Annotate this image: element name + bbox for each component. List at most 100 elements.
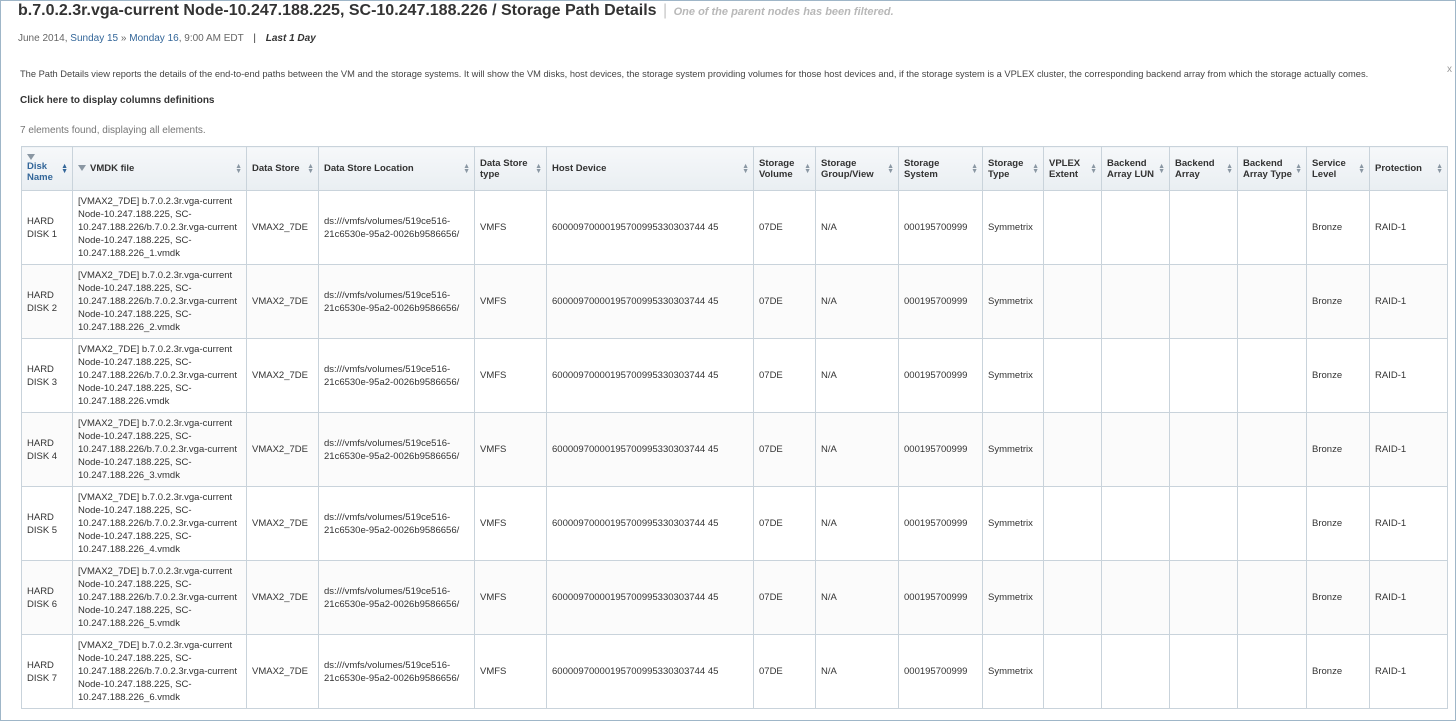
column-header-data-store-location[interactable]: Data Store Location ▲ ▼ <box>318 146 475 191</box>
cell-backend-array <box>1169 264 1238 339</box>
cell-data-store: VMAX2_7DE <box>246 190 319 265</box>
sort-arrows-icon[interactable]: ▲ ▼ <box>742 163 749 175</box>
cell-vmdk-file: [VMAX2_7DE] b.7.0.2.3r.vga-current Node-… <box>72 190 247 265</box>
column-header-backend-array-lun[interactable]: Backend Array LUN ▲ ▼ <box>1101 146 1170 191</box>
end-date-link[interactable]: Monday 16 <box>129 33 178 44</box>
column-header-vmdk-file[interactable]: VMDK file ▲ ▼ <box>72 146 247 191</box>
cell-backend-array-type <box>1237 634 1307 709</box>
cell-storage-volume: 07DE <box>753 264 816 339</box>
column-header-label: Data Store Location <box>324 163 414 174</box>
sort-arrows-icon[interactable]: ▲ ▼ <box>971 163 978 175</box>
filter-icon[interactable] <box>78 165 86 172</box>
column-header-label: Host Device <box>552 163 607 174</box>
sort-arrows-icon[interactable]: ▲ ▼ <box>1158 163 1165 175</box>
cell-storage-group-view: N/A <box>815 190 899 265</box>
cell-vplex-extent <box>1043 560 1102 635</box>
cell-host-device: 60000970000195700995330303744 45 <box>546 560 754 635</box>
sort-arrows-icon[interactable]: ▲ ▼ <box>61 163 68 175</box>
cell-storage-volume: 07DE <box>753 190 816 265</box>
table-row[interactable]: HARD DISK 6 [VMAX2_7DE] b.7.0.2.3r.vga-cu… <box>21 560 1448 635</box>
close-description-icon[interactable]: x <box>1447 64 1452 75</box>
column-header-backend-array-type[interactable]: Backend Array Type ▲ ▼ <box>1237 146 1307 191</box>
cell-backend-array <box>1169 486 1238 561</box>
sort-arrows-icon[interactable]: ▲ ▼ <box>887 163 894 175</box>
cell-data-store: VMAX2_7DE <box>246 264 319 339</box>
sort-arrows-icon[interactable]: ▲ ▼ <box>535 163 542 175</box>
cell-storage-type: Symmetrix <box>982 486 1044 561</box>
sort-arrows-icon[interactable]: ▲ ▼ <box>1436 163 1443 175</box>
table-row[interactable]: HARD DISK 7 [VMAX2_7DE] b.7.0.2.3r.vga-cu… <box>21 634 1448 709</box>
cell-backend-array <box>1169 412 1238 487</box>
cell-data-store-type: VMFS <box>474 190 547 265</box>
cell-protection: RAID-1 <box>1369 560 1448 635</box>
cell-backend-array-type <box>1237 264 1307 339</box>
cell-service-level: Bronze <box>1306 190 1370 265</box>
column-definitions-link[interactable]: Click here to display columns definition… <box>20 95 214 106</box>
cell-backend-array-lun <box>1101 634 1170 709</box>
cell-data-store-location: ds:///vmfs/volumes/519ce516-21c6530e-95a… <box>318 338 475 413</box>
cell-storage-system: 000195700999 <box>898 190 983 265</box>
date-range-bar: June 2014, Sunday 15 » Monday 16, 9:00 A… <box>18 33 316 44</box>
cell-storage-group-view: N/A <box>815 486 899 561</box>
cell-backend-array-type <box>1237 486 1307 561</box>
cell-data-store-type: VMFS <box>474 412 547 487</box>
cell-storage-volume: 07DE <box>753 560 816 635</box>
cell-storage-system: 000195700999 <box>898 338 983 413</box>
column-header-label: Storage System <box>904 157 940 180</box>
sort-arrows-icon[interactable]: ▲ ▼ <box>307 163 314 175</box>
column-header-storage-volume[interactable]: Storage Volume ▲ ▼ <box>753 146 816 191</box>
table-row[interactable]: HARD DISK 3 [VMAX2_7DE] b.7.0.2.3r.vga-cu… <box>21 338 1448 413</box>
title-row: b.7.0.2.3r.vga-current Node-10.247.188.2… <box>18 2 894 20</box>
cell-vmdk-file: [VMAX2_7DE] b.7.0.2.3r.vga-current Node-… <box>72 338 247 413</box>
cell-backend-array-lun <box>1101 190 1170 265</box>
column-header-protection[interactable]: Protection ▲ ▼ <box>1369 146 1448 191</box>
column-header-label: Backend Array Type <box>1243 157 1292 180</box>
cell-disk-name: HARD DISK 2 <box>21 264 73 339</box>
cell-data-store-location: ds:///vmfs/volumes/519ce516-21c6530e-95a… <box>318 412 475 487</box>
table-row[interactable]: HARD DISK 4 [VMAX2_7DE] b.7.0.2.3r.vga-cu… <box>21 412 1448 487</box>
column-header-service-level[interactable]: Service Level ▲ ▼ <box>1306 146 1370 191</box>
date-arrow: » <box>120 33 127 44</box>
element-count: 7 elements found, displaying all element… <box>20 125 206 136</box>
column-header-backend-array[interactable]: Backend Array ▲ ▼ <box>1169 146 1238 191</box>
cell-storage-system: 000195700999 <box>898 634 983 709</box>
sort-arrows-icon[interactable]: ▲ ▼ <box>463 163 470 175</box>
sort-arrows-icon[interactable]: ▲ ▼ <box>1358 163 1365 175</box>
column-header-label: Backend Array <box>1175 157 1215 180</box>
cell-storage-type: Symmetrix <box>982 190 1044 265</box>
cell-data-store-type: VMFS <box>474 264 547 339</box>
start-date-link[interactable]: Sunday 15 <box>70 33 118 44</box>
cell-protection: RAID-1 <box>1369 486 1448 561</box>
cell-storage-volume: 07DE <box>753 412 816 487</box>
column-header-storage-type[interactable]: Storage Type ▲ ▼ <box>982 146 1044 191</box>
sort-arrows-icon[interactable]: ▲ ▼ <box>1090 163 1097 175</box>
table-row[interactable]: HARD DISK 5 [VMAX2_7DE] b.7.0.2.3r.vga-cu… <box>21 486 1448 561</box>
column-header-storage-system[interactable]: Storage System ▲ ▼ <box>898 146 983 191</box>
path-details-table: Disk Name ▲ ▼ VMDK file ▲ ▼ Data Store ▲ ▼ Data S… <box>21 146 1448 709</box>
sort-arrows-icon[interactable]: ▲ ▼ <box>804 163 811 175</box>
time-range-selector[interactable]: Last 1 Day <box>266 33 316 44</box>
cell-storage-group-view: N/A <box>815 264 899 339</box>
column-header-data-store-type[interactable]: Data Store type ▲ ▼ <box>474 146 547 191</box>
cell-data-store: VMAX2_7DE <box>246 486 319 561</box>
cell-vmdk-file: [VMAX2_7DE] b.7.0.2.3r.vga-current Node-… <box>72 560 247 635</box>
cell-host-device: 60000970000195700995330303744 45 <box>546 634 754 709</box>
cell-storage-type: Symmetrix <box>982 338 1044 413</box>
table-row[interactable]: HARD DISK 2 [VMAX2_7DE] b.7.0.2.3r.vga-cu… <box>21 264 1448 339</box>
cell-service-level: Bronze <box>1306 560 1370 635</box>
cell-backend-array-type <box>1237 412 1307 487</box>
filter-icon[interactable] <box>27 154 35 160</box>
column-header-storage-group-view[interactable]: Storage Group/View ▲ ▼ <box>815 146 899 191</box>
column-header-vplex-extent[interactable]: VPLEX Extent ▲ ▼ <box>1043 146 1102 191</box>
cell-vplex-extent <box>1043 412 1102 487</box>
column-header-data-store[interactable]: Data Store ▲ ▼ <box>246 146 319 191</box>
sort-arrows-icon[interactable]: ▲ ▼ <box>1295 163 1302 175</box>
cell-data-store-type: VMFS <box>474 634 547 709</box>
cell-data-store-location: ds:///vmfs/volumes/519ce516-21c6530e-95a… <box>318 560 475 635</box>
column-header-host-device[interactable]: Host Device ▲ ▼ <box>546 146 754 191</box>
table-row[interactable]: HARD DISK 1 [VMAX2_7DE] b.7.0.2.3r.vga-cu… <box>21 190 1448 265</box>
sort-arrows-icon[interactable]: ▲ ▼ <box>1226 163 1233 175</box>
column-header-disk-name[interactable]: Disk Name ▲ ▼ <box>21 146 73 191</box>
sort-arrows-icon[interactable]: ▲ ▼ <box>1032 163 1039 175</box>
sort-arrows-icon[interactable]: ▲ ▼ <box>235 163 242 175</box>
